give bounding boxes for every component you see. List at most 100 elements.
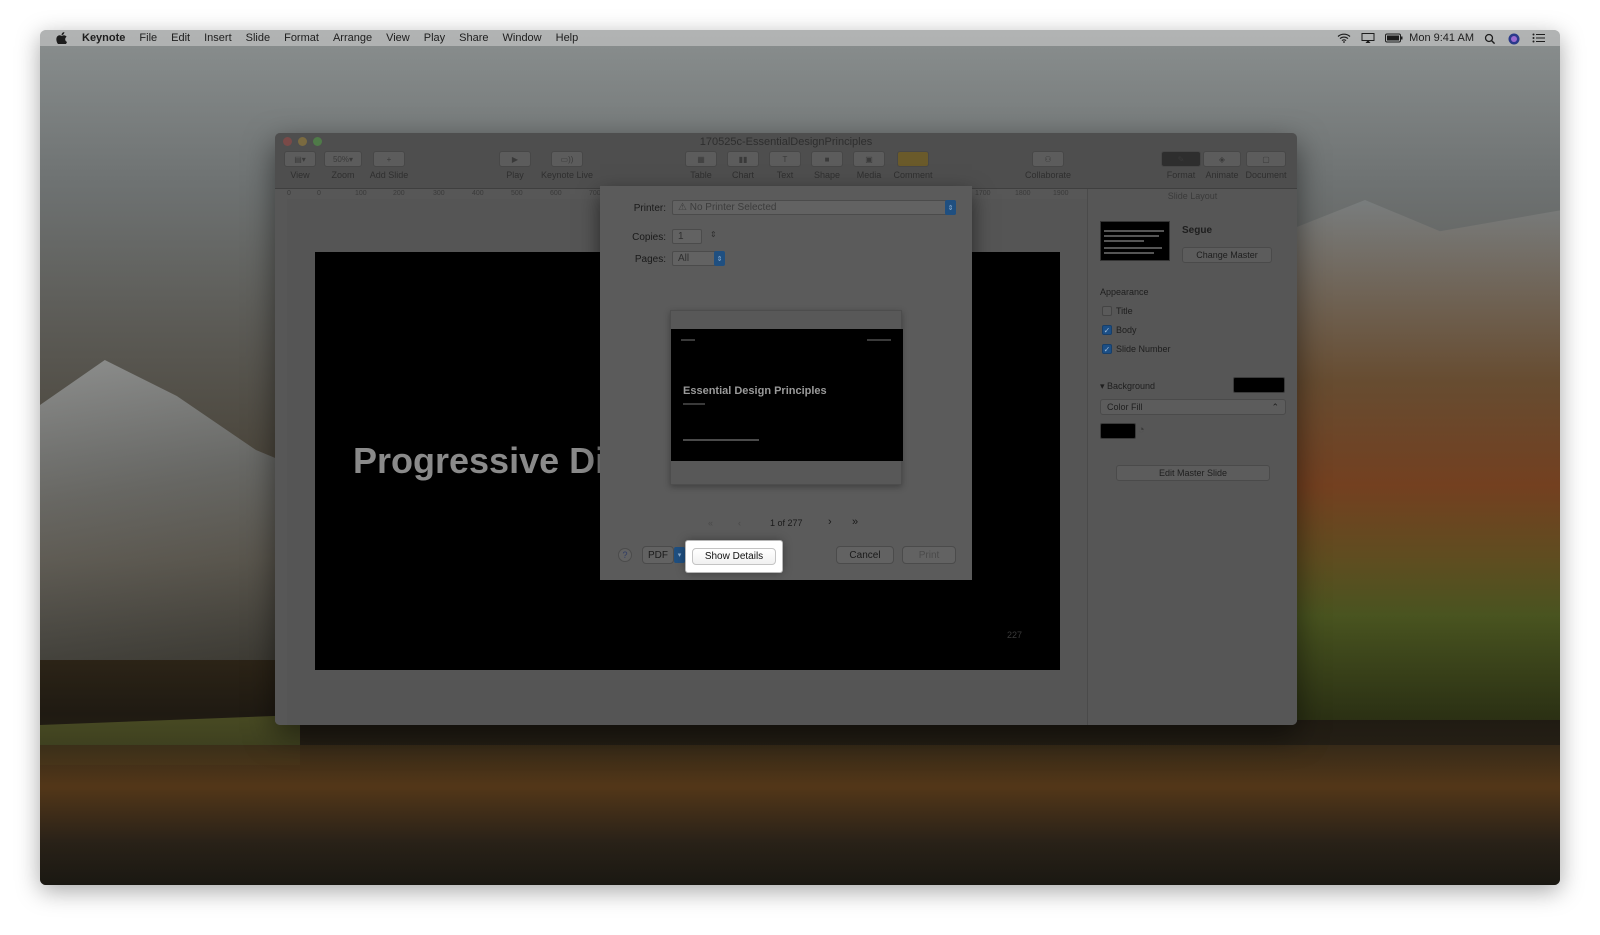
background-label: Background: [1107, 381, 1156, 391]
thumbnail-line: [1104, 235, 1159, 237]
printer-value: ⚠ No Printer Selected: [678, 202, 777, 213]
previous-page-button[interactable]: ‹: [738, 518, 741, 528]
slide-number-checkbox[interactable]: ✓: [1102, 344, 1112, 354]
last-page-button[interactable]: »: [852, 516, 858, 528]
collaborate-icon: ⚇: [1032, 151, 1064, 167]
view-label: View: [290, 170, 310, 180]
comment-icon: [897, 151, 929, 167]
background-heading[interactable]: ▾ Background: [1100, 381, 1155, 392]
next-page-button[interactable]: ›: [828, 516, 832, 528]
collaborate-button[interactable]: ⚇ Collaborate: [1023, 151, 1073, 180]
menu-window[interactable]: Window: [503, 32, 542, 44]
airplay-icon[interactable]: [1361, 33, 1375, 43]
slide-number-option-label: Slide Number: [1116, 344, 1171, 354]
add-slide-label: Add Slide: [369, 170, 409, 180]
document-label: Document: [1245, 170, 1287, 180]
copies-stepper-icon[interactable]: ⇕: [710, 230, 717, 239]
preview-line: [867, 339, 891, 341]
inspector-header: Slide Layout: [1167, 191, 1218, 201]
sidebar-icon: ▤▾: [284, 151, 316, 167]
menu-play[interactable]: Play: [424, 32, 445, 44]
background-color-swatch[interactable]: [1233, 377, 1285, 393]
ruler-tick: 400: [472, 190, 484, 197]
pages-select-arrows-icon[interactable]: ⇕: [714, 251, 725, 266]
shape-button[interactable]: ■ Shape: [809, 151, 845, 180]
edit-master-slide-button[interactable]: Edit Master Slide: [1116, 465, 1270, 481]
notification-center-icon[interactable]: [1532, 33, 1546, 43]
slide-title[interactable]: Progressive Dis: [353, 440, 625, 482]
wifi-icon[interactable]: [1337, 33, 1351, 43]
layout-name: Segue: [1182, 225, 1213, 236]
plus-icon: +: [373, 151, 405, 167]
title-checkbox[interactable]: [1102, 306, 1112, 316]
pdf-dropdown-icon[interactable]: ▾: [674, 547, 685, 563]
view-button[interactable]: ▤▾ View: [283, 151, 317, 180]
keynote-live-button[interactable]: ▭)) Keynote Live: [537, 151, 597, 180]
change-master-button[interactable]: Change Master: [1182, 247, 1272, 263]
menu-format[interactable]: Format: [284, 32, 319, 44]
format-tab[interactable]: ✎ Format: [1161, 151, 1201, 180]
menu-arrange[interactable]: Arrange: [333, 32, 372, 44]
preview-line: [683, 403, 705, 405]
help-button[interactable]: ?: [618, 548, 632, 562]
chart-button[interactable]: ▮▮ Chart: [725, 151, 761, 180]
color-wheel-icon[interactable]: ◔: [1138, 424, 1145, 436]
fill-type-select[interactable]: Color Fill ⌃: [1100, 399, 1286, 415]
menu-bar: Keynote File Edit Insert Slide Format Ar…: [40, 30, 1560, 46]
menu-help[interactable]: Help: [556, 32, 579, 44]
menu-view[interactable]: View: [386, 32, 410, 44]
text-button[interactable]: T Text: [767, 151, 803, 180]
pdf-menu-button[interactable]: PDF: [642, 546, 674, 564]
printer-select-arrows-icon[interactable]: ⇕: [945, 200, 956, 215]
keynote-live-label: Keynote Live: [540, 170, 594, 180]
play-icon: ▶: [499, 151, 531, 167]
text-icon: T: [769, 151, 801, 167]
vertical-ruler[interactable]: [275, 199, 287, 725]
shape-label: Shape: [813, 170, 841, 180]
spotlight-search-icon[interactable]: [1484, 33, 1498, 45]
apple-menu-icon[interactable]: [56, 32, 68, 44]
print-preview: Essential Design Principles: [670, 310, 903, 485]
copies-value: 1: [678, 231, 684, 242]
ruler-tick: 0: [287, 190, 291, 197]
preview-line: [681, 339, 695, 341]
animate-icon: ◈: [1203, 151, 1241, 167]
cancel-button[interactable]: Cancel: [836, 546, 894, 564]
show-details-button[interactable]: Show Details: [692, 548, 776, 565]
ruler-tick: 1900: [1053, 190, 1069, 197]
animate-tab[interactable]: ◈ Animate: [1203, 151, 1241, 180]
body-checkbox[interactable]: ✓: [1102, 325, 1112, 335]
menu-insert[interactable]: Insert: [204, 32, 232, 44]
document-tab[interactable]: ▢ Document: [1243, 151, 1289, 180]
fill-color-well[interactable]: [1100, 423, 1136, 439]
media-button[interactable]: ▣ Media: [851, 151, 887, 180]
menu-extras: Mon 9:41 AM: [1337, 30, 1546, 46]
comment-label: Comment: [893, 170, 933, 180]
menu-app-name[interactable]: Keynote: [82, 32, 125, 44]
menu-file[interactable]: File: [139, 32, 157, 44]
chart-label: Chart: [731, 170, 754, 180]
zoom-button[interactable]: 50% ▾ Zoom: [323, 151, 363, 180]
ruler-tick: 600: [550, 190, 562, 197]
table-button[interactable]: ▦ Table: [683, 151, 719, 180]
format-brush-icon: ✎: [1161, 151, 1201, 167]
menu-slide[interactable]: Slide: [246, 32, 270, 44]
menu-edit[interactable]: Edit: [171, 32, 190, 44]
comment-button[interactable]: Comment: [891, 151, 935, 180]
play-button[interactable]: ▶ Play: [497, 151, 533, 180]
text-label: Text: [776, 170, 794, 180]
menu-share[interactable]: Share: [459, 32, 488, 44]
add-slide-button[interactable]: + Add Slide: [367, 151, 411, 180]
first-page-button[interactable]: «: [708, 518, 713, 528]
battery-icon[interactable]: [1385, 33, 1403, 43]
printer-label: Printer:: [633, 203, 666, 214]
printer-select[interactable]: ⚠ No Printer Selected: [672, 200, 956, 215]
print-button[interactable]: Print: [902, 546, 956, 564]
layout-thumbnail[interactable]: [1100, 221, 1170, 261]
zoom-value: 50%: [332, 154, 349, 164]
siri-icon[interactable]: [1508, 33, 1522, 45]
body-option-label: Body: [1116, 325, 1137, 335]
thumbnail-line: [1104, 230, 1164, 232]
copies-field[interactable]: 1: [672, 229, 702, 244]
menu-clock[interactable]: Mon 9:41 AM: [1409, 32, 1474, 44]
